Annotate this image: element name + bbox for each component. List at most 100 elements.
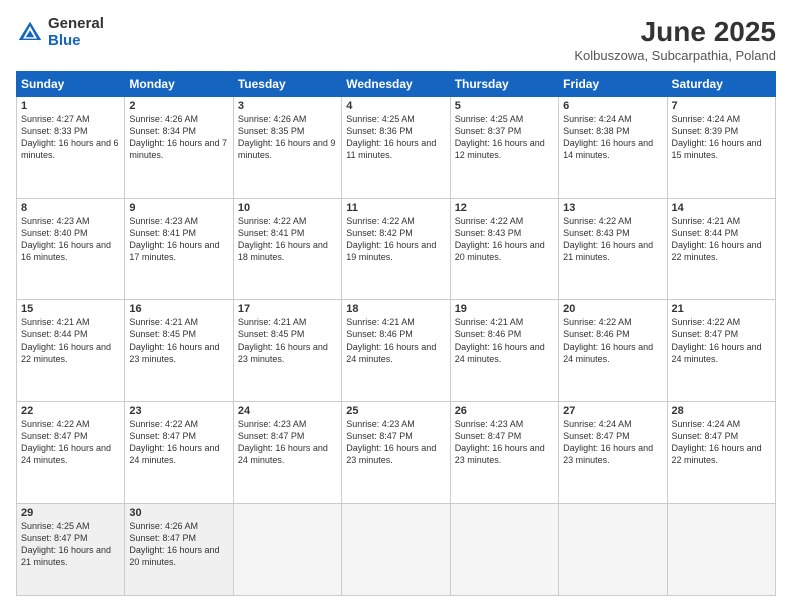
day-number: 15 xyxy=(21,303,120,315)
calendar-day-cell: 10Sunrise: 4:22 AMSunset: 8:41 PMDayligh… xyxy=(233,198,341,300)
day-info: Sunrise: 4:24 AMSunset: 8:47 PMDaylight:… xyxy=(672,418,771,467)
day-info: Sunrise: 4:22 AMSunset: 8:47 PMDaylight:… xyxy=(129,418,228,467)
day-number: 27 xyxy=(563,405,662,417)
calendar-week-row: 22 Sunrise: 4:22 AMSunset: 8:47 PMDayligh… xyxy=(17,401,776,503)
day-number: 13 xyxy=(563,202,662,214)
day-info: Sunrise: 4:21 AMSunset: 8:44 PMDaylight:… xyxy=(21,316,120,365)
calendar-day-cell: 14Sunrise: 4:21 AMSunset: 8:44 PMDayligh… xyxy=(667,198,775,300)
day-number: 23 xyxy=(129,405,228,417)
day-info: Sunrise: 4:21 AMSunset: 8:44 PMDaylight:… xyxy=(672,215,771,264)
day-number: 7 xyxy=(672,100,771,112)
day-info: Sunrise: 4:21 AMSunset: 8:46 PMDaylight:… xyxy=(455,316,554,365)
empty-cell xyxy=(450,503,558,595)
day-info: Sunrise: 4:24 AMSunset: 8:38 PMDaylight:… xyxy=(563,113,662,162)
weekday-header-thursday: Thursday xyxy=(450,72,558,97)
calendar-day-cell: 7Sunrise: 4:24 AMSunset: 8:39 PMDaylight… xyxy=(667,97,775,199)
day-number: 9 xyxy=(129,202,228,214)
day-number: 25 xyxy=(346,405,445,417)
empty-cell xyxy=(342,503,450,595)
day-info: Sunrise: 4:25 AMSunset: 8:47 PMDaylight:… xyxy=(21,520,120,569)
empty-cell xyxy=(667,503,775,595)
day-number: 18 xyxy=(346,303,445,315)
day-info: Sunrise: 4:22 AMSunset: 8:46 PMDaylight:… xyxy=(563,316,662,365)
day-info: Sunrise: 4:22 AMSunset: 8:42 PMDaylight:… xyxy=(346,215,445,264)
day-number: 22 xyxy=(21,405,120,417)
day-number: 2 xyxy=(129,100,228,112)
calendar-day-cell: 1Sunrise: 4:27 AMSunset: 8:33 PMDaylight… xyxy=(17,97,125,199)
calendar-day-cell: 18Sunrise: 4:21 AMSunset: 8:46 PMDayligh… xyxy=(342,300,450,402)
day-number: 21 xyxy=(672,303,771,315)
calendar-day-cell: 17Sunrise: 4:21 AMSunset: 8:45 PMDayligh… xyxy=(233,300,341,402)
calendar-day-cell: 22Sunrise: 4:22 AMSunset: 8:47 PMDayligh… xyxy=(17,401,125,503)
day-info: Sunrise: 4:23 AMSunset: 8:47 PMDaylight:… xyxy=(455,418,554,467)
day-info: Sunrise: 4:23 AMSunset: 8:40 PMDaylight:… xyxy=(21,215,120,264)
weekday-header-sunday: Sunday xyxy=(17,72,125,97)
day-number: 16 xyxy=(129,303,228,315)
calendar-day-cell: 29Sunrise: 4:25 AMSunset: 8:47 PMDayligh… xyxy=(17,503,125,595)
day-info: Sunrise: 4:22 AMSunset: 8:47 PMDaylight:… xyxy=(672,316,771,365)
calendar-day-cell: 2Sunrise: 4:26 AMSunset: 8:34 PMDaylight… xyxy=(125,97,233,199)
weekday-header-row: SundayMondayTuesdayWednesdayThursdayFrid… xyxy=(17,72,776,97)
page: General Blue June 2025 Kolbuszowa, Subca… xyxy=(0,0,792,612)
day-number: 24 xyxy=(238,405,337,417)
day-number: 26 xyxy=(455,405,554,417)
day-number: 17 xyxy=(238,303,337,315)
day-number: 20 xyxy=(563,303,662,315)
calendar-week-row: 15Sunrise: 4:21 AMSunset: 8:44 PMDayligh… xyxy=(17,300,776,402)
calendar-day-cell: 12Sunrise: 4:22 AMSunset: 8:43 PMDayligh… xyxy=(450,198,558,300)
calendar-week-row: 8Sunrise: 4:23 AMSunset: 8:40 PMDaylight… xyxy=(17,198,776,300)
calendar-day-cell: 13Sunrise: 4:22 AMSunset: 8:43 PMDayligh… xyxy=(559,198,667,300)
calendar-day-cell: 30Sunrise: 4:26 AMSunset: 8:47 PMDayligh… xyxy=(125,503,233,595)
calendar-day-cell: 20Sunrise: 4:22 AMSunset: 8:46 PMDayligh… xyxy=(559,300,667,402)
calendar-day-cell: 5Sunrise: 4:25 AMSunset: 8:37 PMDaylight… xyxy=(450,97,558,199)
calendar-day-cell: 19Sunrise: 4:21 AMSunset: 8:46 PMDayligh… xyxy=(450,300,558,402)
calendar-day-cell: 28Sunrise: 4:24 AMSunset: 8:47 PMDayligh… xyxy=(667,401,775,503)
calendar-week-row: 1Sunrise: 4:27 AMSunset: 8:33 PMDaylight… xyxy=(17,97,776,199)
day-number: 29 xyxy=(21,507,120,519)
day-number: 6 xyxy=(563,100,662,112)
empty-cell xyxy=(233,503,341,595)
day-number: 11 xyxy=(346,202,445,214)
weekday-header-saturday: Saturday xyxy=(667,72,775,97)
weekday-header-wednesday: Wednesday xyxy=(342,72,450,97)
day-number: 8 xyxy=(21,202,120,214)
calendar-day-cell: 16Sunrise: 4:21 AMSunset: 8:45 PMDayligh… xyxy=(125,300,233,402)
day-number: 28 xyxy=(672,405,771,417)
calendar-day-cell: 25Sunrise: 4:23 AMSunset: 8:47 PMDayligh… xyxy=(342,401,450,503)
logo: General Blue xyxy=(16,16,104,49)
calendar-day-cell: 26Sunrise: 4:23 AMSunset: 8:47 PMDayligh… xyxy=(450,401,558,503)
calendar-day-cell: 27Sunrise: 4:24 AMSunset: 8:47 PMDayligh… xyxy=(559,401,667,503)
empty-cell xyxy=(559,503,667,595)
day-info: Sunrise: 4:23 AMSunset: 8:47 PMDaylight:… xyxy=(238,418,337,467)
weekday-header-monday: Monday xyxy=(125,72,233,97)
day-info: Sunrise: 4:22 AMSunset: 8:41 PMDaylight:… xyxy=(238,215,337,264)
day-info: Sunrise: 4:22 AMSunset: 8:43 PMDaylight:… xyxy=(563,215,662,264)
day-info: Sunrise: 4:23 AMSunset: 8:41 PMDaylight:… xyxy=(129,215,228,264)
day-number: 1 xyxy=(21,100,120,112)
calendar-day-cell: 11Sunrise: 4:22 AMSunset: 8:42 PMDayligh… xyxy=(342,198,450,300)
weekday-header-friday: Friday xyxy=(559,72,667,97)
day-info: Sunrise: 4:26 AMSunset: 8:47 PMDaylight:… xyxy=(129,520,228,569)
day-number: 10 xyxy=(238,202,337,214)
logo-blue-text: Blue xyxy=(48,33,104,50)
day-number: 5 xyxy=(455,100,554,112)
calendar-day-cell: 9Sunrise: 4:23 AMSunset: 8:41 PMDaylight… xyxy=(125,198,233,300)
title-block: June 2025 Kolbuszowa, Subcarpathia, Pola… xyxy=(574,16,776,63)
day-info: Sunrise: 4:25 AMSunset: 8:36 PMDaylight:… xyxy=(346,113,445,162)
day-info: Sunrise: 4:25 AMSunset: 8:37 PMDaylight:… xyxy=(455,113,554,162)
location: Kolbuszowa, Subcarpathia, Poland xyxy=(574,48,776,63)
day-number: 3 xyxy=(238,100,337,112)
logo-general-text: General xyxy=(48,16,104,33)
calendar-day-cell: 6Sunrise: 4:24 AMSunset: 8:38 PMDaylight… xyxy=(559,97,667,199)
day-info: Sunrise: 4:23 AMSunset: 8:47 PMDaylight:… xyxy=(346,418,445,467)
logo-text: General Blue xyxy=(48,16,104,49)
day-number: 12 xyxy=(455,202,554,214)
day-info: Sunrise: 4:21 AMSunset: 8:46 PMDaylight:… xyxy=(346,316,445,365)
calendar-day-cell: 23Sunrise: 4:22 AMSunset: 8:47 PMDayligh… xyxy=(125,401,233,503)
logo-icon xyxy=(16,19,44,47)
day-info: Sunrise: 4:27 AMSunset: 8:33 PMDaylight:… xyxy=(21,113,120,162)
day-number: 4 xyxy=(346,100,445,112)
weekday-header-tuesday: Tuesday xyxy=(233,72,341,97)
calendar-day-cell: 3Sunrise: 4:26 AMSunset: 8:35 PMDaylight… xyxy=(233,97,341,199)
day-number: 30 xyxy=(129,507,228,519)
